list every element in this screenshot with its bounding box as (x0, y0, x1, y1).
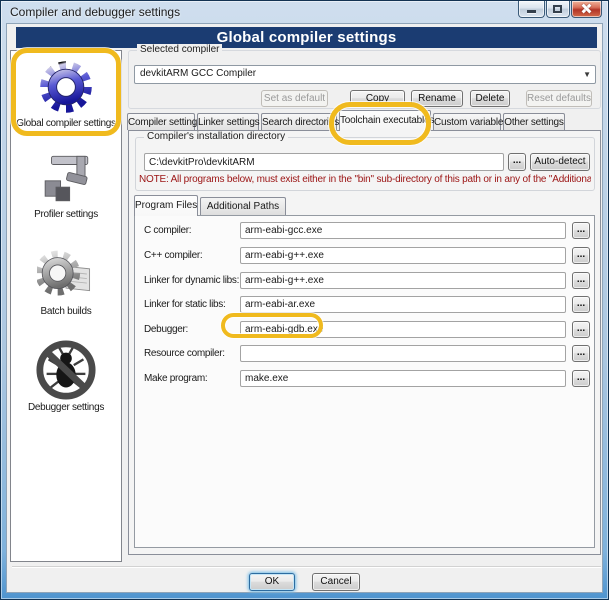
linker-static-label: Linker for static libs: (144, 299, 225, 310)
linker-static-input[interactable] (240, 296, 566, 313)
delete-button[interactable]: Delete (470, 90, 510, 107)
minimize-button[interactable] (518, 1, 545, 18)
settings-category-list: Global compiler settings Profiler settin… (10, 50, 122, 562)
browse-linker-static-button[interactable]: ... (572, 296, 590, 313)
close-icon (581, 3, 592, 14)
debugger-input[interactable] (240, 321, 566, 338)
debugger-label: Debugger: (144, 324, 188, 335)
sidebar-item-global-compiler-settings[interactable]: Global compiler settings (11, 57, 121, 129)
sidebar-item-debugger-settings[interactable]: Debugger settings (11, 339, 121, 413)
compiler-select[interactable]: devkitARM GCC Compiler ▼ (134, 65, 596, 84)
toolchain-executables-panel: Compiler's installation directory ... Au… (128, 130, 601, 555)
browse-debugger-button[interactable]: ... (572, 321, 590, 338)
browse-c-compiler-button[interactable]: ... (572, 222, 590, 239)
gear-icon (36, 57, 96, 117)
dialog-window: Compiler and debugger settings Global co… (0, 0, 609, 600)
resource-compiler-label: Resource compiler: (144, 348, 225, 359)
linker-dynamic-input[interactable] (240, 272, 566, 289)
sidebar-item-label: Profiler settings (11, 209, 121, 220)
program-files-panel: C compiler: ... C++ compiler: ... Linker… (134, 215, 595, 548)
sidebar-item-batch-builds[interactable]: Batch builds (11, 247, 121, 317)
tab-other-settings[interactable]: Other settings (503, 113, 565, 130)
titlebar[interactable]: Compiler and debugger settings (1, 1, 608, 23)
tab-compiler-settings[interactable]: Compiler settings (127, 113, 195, 130)
selected-compiler-group: Selected compiler devkitARM GCC Compiler… (128, 50, 601, 109)
note-text: NOTE: All programs below, must exist eit… (139, 174, 591, 185)
browse-cpp-compiler-button[interactable]: ... (572, 247, 590, 264)
installation-directory-group-label: Compiler's installation directory (144, 131, 288, 142)
profiler-icon (37, 150, 95, 208)
cancel-button[interactable]: Cancel (312, 573, 360, 591)
browse-make-program-button[interactable]: ... (572, 370, 590, 387)
batch-builds-icon (37, 247, 95, 305)
sidebar-item-label: Debugger settings (11, 402, 121, 413)
sidebar-item-label: Global compiler settings (11, 118, 121, 129)
make-program-input[interactable] (240, 370, 566, 387)
ok-button[interactable]: OK (249, 573, 295, 591)
maximize-button[interactable] (546, 1, 570, 18)
tab-search-directories[interactable]: Search directories (261, 113, 337, 130)
cpp-compiler-label: C++ compiler: (144, 250, 202, 261)
dialog-content: Global compiler settings Global compiler… (6, 23, 603, 593)
browse-linker-dynamic-button[interactable]: ... (572, 272, 590, 289)
window-controls (517, 1, 602, 18)
browse-resource-compiler-button[interactable]: ... (572, 345, 590, 362)
tab-linker-settings[interactable]: Linker settings (197, 113, 259, 130)
c-compiler-input[interactable] (240, 222, 566, 239)
sidebar-item-profiler-settings[interactable]: Profiler settings (11, 150, 121, 220)
tab-custom-variables[interactable]: Custom variables (433, 113, 501, 130)
tab-toolchain-executables[interactable]: Toolchain executables (339, 110, 431, 131)
page-title: Global compiler settings (16, 27, 597, 48)
close-button[interactable] (571, 1, 602, 18)
cpp-compiler-input[interactable] (240, 247, 566, 264)
autodetect-button[interactable]: Auto-detect (530, 153, 590, 171)
rename-button[interactable]: Rename (411, 90, 463, 107)
set-as-default-button: Set as default (261, 90, 328, 107)
window-title: Compiler and debugger settings (10, 5, 180, 19)
no-bug-icon (35, 339, 97, 401)
compiler-select-value: devkitARM GCC Compiler (140, 68, 256, 79)
subtab-program-files[interactable]: Program Files (134, 195, 198, 216)
maximize-icon (553, 5, 562, 13)
copy-button[interactable]: Copy (350, 90, 405, 107)
installation-directory-input[interactable] (144, 153, 504, 171)
sidebar-item-label: Batch builds (11, 306, 121, 317)
minimize-icon (527, 10, 536, 13)
c-compiler-label: C compiler: (144, 225, 191, 236)
subtab-additional-paths[interactable]: Additional Paths (200, 197, 286, 215)
footer-separator (12, 566, 601, 568)
chevron-down-icon: ▼ (583, 70, 591, 79)
resource-compiler-input[interactable] (240, 345, 566, 362)
browse-directory-button[interactable]: ... (508, 153, 526, 171)
linker-dynamic-label: Linker for dynamic libs: (144, 275, 239, 286)
selected-compiler-group-label: Selected compiler (137, 44, 222, 55)
reset-defaults-button: Reset defaults (526, 90, 592, 107)
make-program-label: Make program: (144, 373, 207, 384)
